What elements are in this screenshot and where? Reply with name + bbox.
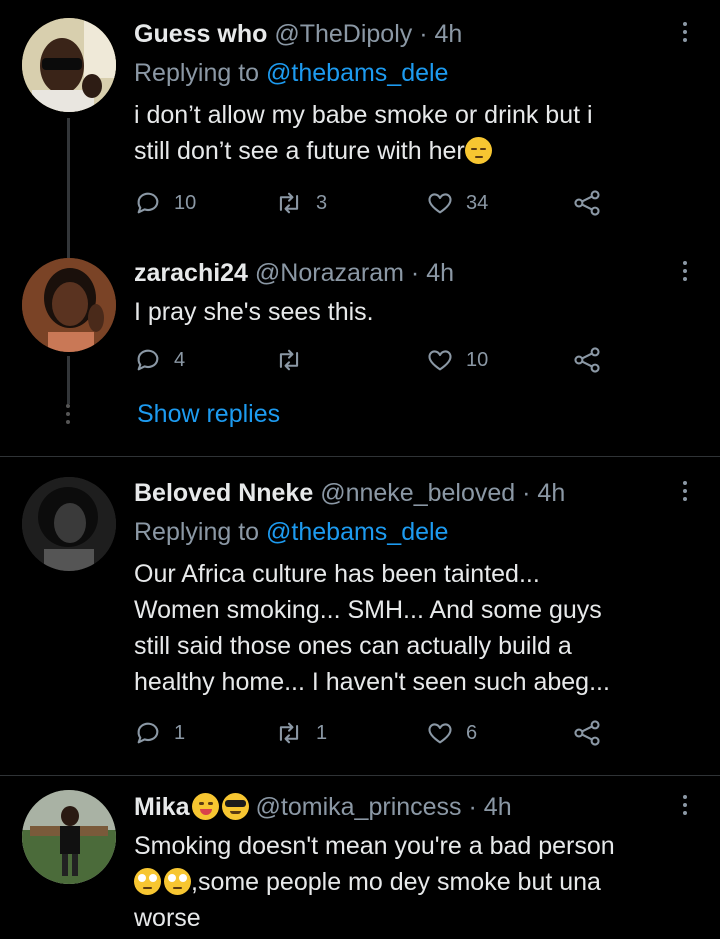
separator-dot: · (410, 259, 420, 287)
tweet-text: Smoking doesn't mean you're a bad person… (134, 828, 694, 936)
share-icon (574, 720, 600, 746)
tweet-text: i don’t allow my babe smoke or drink but… (134, 97, 694, 169)
display-name[interactable]: zarachi24 (134, 259, 248, 287)
user-handle[interactable]: @tomika_princess (256, 793, 462, 821)
user-handle[interactable]: @Norazaram (255, 259, 404, 287)
avatar[interactable] (22, 790, 116, 884)
replying-to: Replying to @thebams_dele (134, 58, 448, 88)
separator-dot: · (468, 793, 477, 821)
share-button[interactable] (572, 342, 602, 378)
timestamp[interactable]: 4h (435, 20, 463, 48)
tweet-text-line-with-emoji: ,some people mo dey smoke but una (134, 864, 694, 900)
yum-face-emoji-icon (191, 793, 219, 820)
tweet-text: Our Africa culture has been tainted... W… (134, 556, 694, 700)
share-button[interactable] (572, 715, 602, 751)
reply-button[interactable]: 4 (134, 342, 185, 378)
retweet-icon (279, 192, 299, 214)
rolling-eyes-emoji-icon (134, 868, 161, 895)
retweet-count: 1 (316, 721, 328, 744)
replying-mention-link[interactable]: @thebams_dele (266, 518, 448, 546)
user-handle[interactable]: @nneke_beloved (320, 479, 515, 507)
show-replies-link[interactable]: Show replies (137, 400, 280, 429)
tweet-header: Beloved Nneke @nneke_beloved · 4h (134, 478, 565, 508)
like-icon (428, 193, 452, 214)
user-handle[interactable]: @TheDipoly (274, 20, 412, 48)
tweet-guess-who[interactable]: Guess who @TheDipoly · 4h Replying to @t… (0, 0, 720, 258)
like-icon (428, 350, 452, 371)
more-options-icon[interactable] (678, 22, 692, 46)
retweet-button[interactable] (274, 342, 316, 378)
tweet-actions: 4 10 (134, 342, 614, 378)
tweet-header: Guess who @TheDipoly · 4h (134, 19, 462, 49)
avatar[interactable] (22, 258, 116, 352)
tweet-zarachi24[interactable]: zarachi24 @Norazaram · 4h I pray she's s… (0, 250, 720, 455)
avatar[interactable] (22, 477, 116, 571)
like-button[interactable]: 10 (426, 342, 488, 378)
tweet-text-line: still don’t see a future with her (134, 137, 465, 165)
reply-count: 4 (174, 348, 186, 371)
reply-icon (137, 192, 159, 214)
sunglasses-emoji-icon (221, 793, 249, 820)
reply-button[interactable]: 1 (134, 715, 185, 751)
retweet-button[interactable]: 3 (274, 185, 327, 221)
timestamp[interactable]: 4h (537, 479, 565, 507)
retweet-count: 3 (316, 191, 328, 214)
tweet-beloved-nneke[interactable]: Beloved Nneke @nneke_beloved · 4h Replyi… (0, 457, 720, 775)
like-button[interactable]: 34 (426, 185, 488, 221)
tweet-text-line: ,some people mo dey smoke but una (191, 868, 601, 896)
thread-connector-line (67, 118, 70, 258)
like-count: 6 (466, 721, 478, 744)
tweet-header: Mika @tomika_princess · 4h (134, 792, 512, 822)
tweet-actions: 1 1 6 (134, 715, 614, 751)
retweet-icon (279, 349, 299, 371)
reply-icon (137, 722, 159, 744)
share-icon (574, 347, 600, 373)
like-button[interactable]: 6 (426, 715, 477, 751)
tweet-text-line: Smoking doesn't mean you're a bad person (134, 832, 615, 860)
tweet-text-line: still said those ones can actually build… (134, 632, 572, 660)
timestamp[interactable]: 4h (426, 259, 454, 287)
tweet-text-line: I pray she's sees this. (134, 298, 374, 326)
tweet-text: I pray she's sees this. (134, 294, 694, 330)
more-options-icon[interactable] (678, 261, 692, 285)
tweet-text-line-with-emoji: still don’t see a future with her (134, 133, 694, 169)
separator-dot: · (522, 479, 531, 507)
tweet-actions: 10 3 34 (134, 185, 614, 221)
rolling-eyes-emoji-icon (164, 868, 191, 895)
reply-icon (137, 349, 159, 371)
reply-count: 10 (174, 191, 197, 214)
share-icon (574, 190, 600, 216)
retweet-button[interactable]: 1 (274, 715, 327, 751)
more-options-icon[interactable] (678, 795, 692, 819)
tweet-text-line: worse (134, 904, 201, 932)
tweet-header: zarachi24 @Norazaram · 4h (134, 258, 454, 288)
tweet-text-line: healthy home... I haven't seen such abeg… (134, 668, 610, 696)
like-icon (428, 723, 452, 744)
timestamp[interactable]: 4h (484, 793, 512, 821)
tweet-text-line: Women smoking... SMH... And some guys (134, 596, 602, 624)
share-button[interactable] (572, 185, 602, 221)
pensive-face-emoji-icon (464, 137, 492, 164)
more-options-icon[interactable] (678, 481, 692, 505)
tweet-text-line: i don’t allow my babe smoke or drink but… (134, 101, 593, 129)
display-name[interactable]: Mika (134, 793, 190, 821)
separator-dot: · (419, 20, 428, 48)
thread-continuation-dots (64, 404, 72, 428)
retweet-icon (279, 722, 299, 744)
like-count: 10 (466, 348, 489, 371)
display-name[interactable]: Guess who (134, 20, 267, 48)
thread-connector-line (67, 356, 70, 404)
display-name[interactable]: Beloved Nneke (134, 479, 313, 507)
replying-prefix: Replying to (134, 59, 260, 87)
replying-prefix: Replying to (134, 518, 260, 546)
tweet-mika[interactable]: Mika @tomika_princess · 4h Smoking doesn… (0, 776, 720, 939)
replying-mention-link[interactable]: @thebams_dele (266, 59, 448, 87)
reply-count: 1 (174, 721, 186, 744)
like-count: 34 (466, 191, 489, 214)
replying-to: Replying to @thebams_dele (134, 517, 448, 547)
reply-button[interactable]: 10 (134, 185, 196, 221)
avatar[interactable] (22, 18, 116, 112)
tweet-text-line: Our Africa culture has been tainted... (134, 560, 540, 588)
